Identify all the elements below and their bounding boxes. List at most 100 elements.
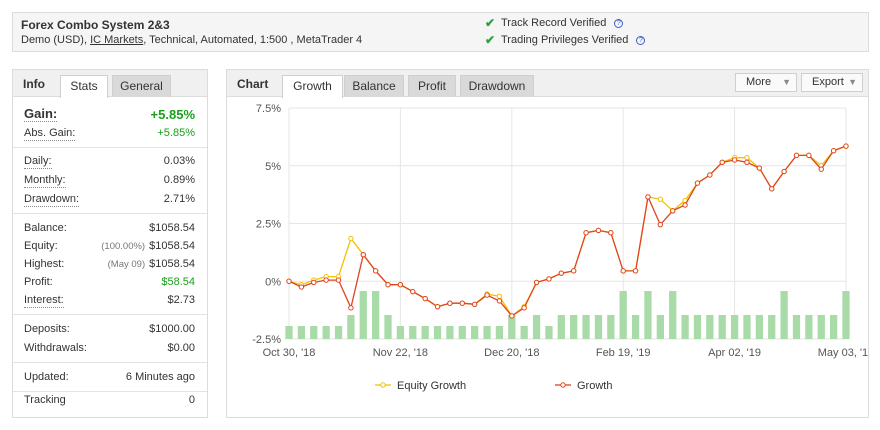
tab-stats[interactable]: Stats [60, 75, 108, 98]
export-dropdown[interactable]: Export ▼ [801, 73, 863, 92]
growth-point [360, 251, 366, 258]
activity-bar [669, 291, 677, 339]
y-tick-label: 0% [265, 276, 281, 288]
activity-bar [471, 326, 479, 339]
growth-point [570, 268, 577, 274]
equity-growth-point [496, 293, 503, 299]
account-details: , Technical, Automated, 1:500 , MetaTrad… [143, 34, 363, 46]
divider [13, 391, 207, 392]
x-tick-label: May 03, '19 [818, 347, 868, 359]
stat-value: 6 Minutes ago [125, 371, 195, 383]
equity-growth-point [348, 235, 354, 242]
activity-bar [681, 315, 689, 339]
activity-bar [396, 326, 405, 339]
activity-bar [805, 315, 813, 339]
growth-point [286, 278, 292, 284]
activity-bar [570, 315, 578, 339]
help-icon[interactable]: ? [614, 18, 624, 28]
growth-point [521, 305, 527, 311]
stat-label: Equity: [24, 240, 58, 252]
info-tabs: Info Stats General [13, 70, 207, 98]
stat-tracking: Tracking 0 [24, 394, 195, 407]
stat-value: $58.54 [161, 276, 195, 288]
growth-point [657, 221, 664, 228]
activity-bar [780, 291, 788, 339]
activity-bar [545, 326, 553, 339]
activity-bar [693, 315, 702, 339]
stat-updated: Updated: 6 Minutes ago [24, 371, 195, 384]
x-tick-label: Dec 20, '18 [484, 347, 539, 359]
growth-point [707, 172, 713, 178]
dropdown-arrow-icon: ▼ [782, 77, 791, 87]
stat-label: Monthly: [24, 174, 66, 188]
growth-point [719, 159, 725, 165]
activity-bar [619, 291, 627, 339]
equity-growth-point [657, 196, 664, 202]
legend-marker [380, 382, 386, 388]
growth-point [620, 268, 626, 274]
y-tick-label: 7.5% [256, 103, 281, 115]
growth-point [509, 313, 515, 319]
legend-label: Equity Growth [397, 380, 466, 392]
stat-label: Highest: [24, 258, 65, 270]
stat-value: 0 [188, 394, 195, 406]
activity-bar [334, 326, 343, 339]
stat-value: $1000.00 [149, 323, 195, 335]
equity-percent: (100.00%) [101, 241, 146, 252]
more-label: More [746, 76, 772, 88]
tab-profit[interactable]: Profit [408, 75, 456, 97]
y-tick-label: 5% [265, 161, 281, 173]
activity-bar [508, 315, 516, 339]
growth-point [744, 159, 750, 165]
info-panel: Info Stats General Gain: +5.85% Abs. Gai… [12, 69, 208, 418]
growth-point [422, 295, 428, 302]
tab-balance[interactable]: Balance [344, 75, 404, 97]
more-dropdown[interactable]: More ▼ [735, 73, 797, 92]
activity-bar [409, 326, 417, 339]
tab-drawdown[interactable]: Drawdown [460, 75, 534, 97]
growth-point [769, 186, 775, 192]
growth-point [670, 208, 676, 214]
activity-bar [532, 315, 541, 339]
stat-interest: Interest: $2.73 [24, 294, 195, 308]
stat-value: $1058.54 [149, 222, 195, 234]
x-tick-label: Nov 22, '18 [373, 347, 428, 359]
activity-bar [706, 315, 714, 339]
growth-point [484, 292, 490, 298]
activity-bar [743, 315, 751, 339]
highest-date: (May 09) [107, 259, 146, 270]
activity-bar [644, 291, 652, 339]
growth-point [793, 152, 800, 159]
x-tick-label: Feb 19, '19 [596, 347, 651, 359]
growth-point [385, 282, 391, 288]
growth-point [583, 230, 589, 236]
activity-bar [384, 315, 392, 339]
chart-tabs: Chart Growth Balance Profit Drawdown Mor… [227, 70, 868, 98]
divider [13, 213, 207, 214]
stat-equity: Equity: (100.00%) $1058.54 [24, 240, 195, 253]
help-icon[interactable]: ? [636, 35, 646, 45]
growth-point [298, 284, 305, 290]
stat-value: $2.73 [167, 294, 195, 306]
activity-bar [347, 315, 355, 339]
activity-bar [582, 315, 590, 339]
growth-point [335, 277, 342, 283]
broker-link[interactable]: IC Markets [90, 34, 143, 46]
activity-bar [718, 315, 726, 339]
stat-value: 0.03% [163, 155, 195, 167]
info-label: Info [23, 77, 45, 91]
divider [13, 314, 207, 315]
tab-general[interactable]: General [112, 75, 171, 97]
stat-label: Tracking [24, 394, 66, 406]
growth-point [632, 268, 639, 274]
activity-bar [458, 326, 466, 339]
stat-label: Deposits: [24, 323, 70, 335]
divider [13, 362, 207, 363]
x-tick-label: Oct 30, '18 [263, 347, 316, 359]
activity-bar [520, 326, 528, 339]
tab-growth[interactable]: Growth [282, 75, 343, 98]
growth-point [546, 276, 552, 282]
activity-bar [817, 315, 825, 339]
stat-value: $1058.54 [149, 240, 195, 252]
growth-point [682, 202, 688, 208]
